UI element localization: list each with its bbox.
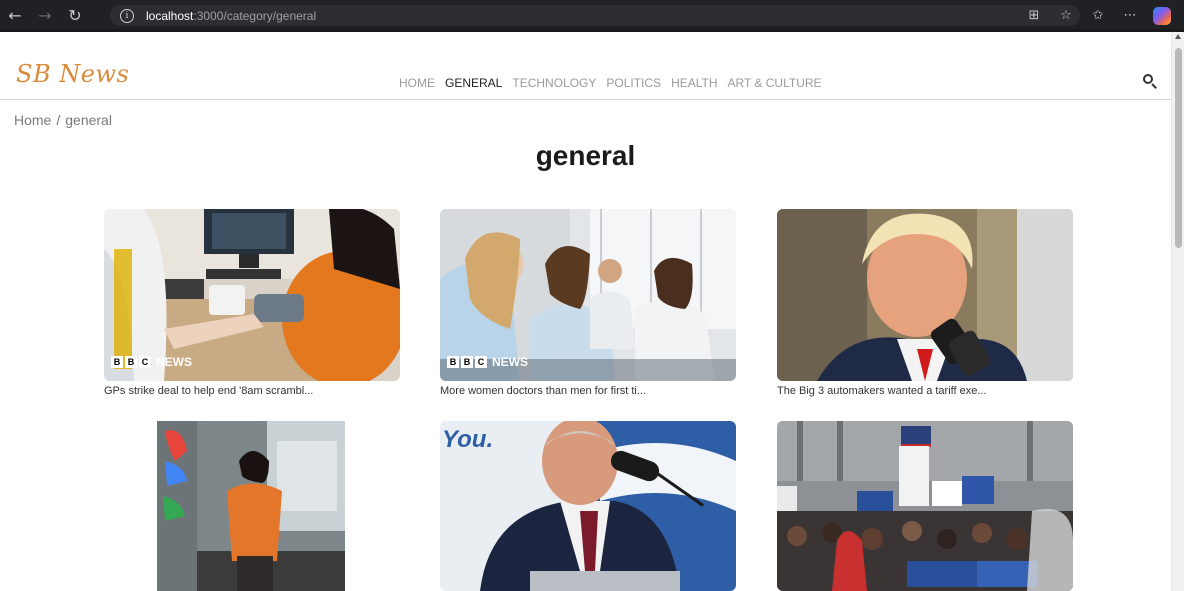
forward-icon[interactable]: → bbox=[30, 0, 60, 31]
news-card-image[interactable] bbox=[777, 209, 1073, 381]
favorite-star-icon[interactable]: ☆ bbox=[1052, 0, 1080, 31]
more-icon[interactable]: ⋯ bbox=[1116, 0, 1144, 31]
protest-photo bbox=[777, 421, 1073, 591]
url-host: localhost bbox=[146, 8, 194, 23]
scroll-up-icon[interactable] bbox=[1175, 34, 1181, 39]
search-icon[interactable] bbox=[1142, 73, 1158, 89]
page-scrollbar[interactable] bbox=[1171, 32, 1184, 591]
nav-general[interactable]: GENERAL bbox=[445, 76, 502, 90]
politician-speaking-photo bbox=[777, 209, 1073, 381]
news-card-title[interactable]: More women doctors than men for first ti… bbox=[440, 385, 736, 397]
nav-art-culture[interactable]: ART & CULTURE bbox=[728, 76, 822, 90]
news-card[interactable]: BBC NEWS GPs strike deal to help end '8a… bbox=[104, 209, 400, 397]
bbc-news-logo: BBC NEWS bbox=[447, 355, 528, 369]
site-header: SB News HOME GENERAL TECHNOLOGY POLITICS… bbox=[0, 32, 1171, 100]
scroll-thumb[interactable] bbox=[1175, 48, 1182, 248]
news-card-title[interactable]: The Big 3 automakers wanted a tariff exe… bbox=[777, 385, 1073, 397]
favorites-icon[interactable]: ✩ bbox=[1084, 0, 1112, 31]
back-icon[interactable]: ← bbox=[0, 0, 30, 31]
breadcrumb-current: general bbox=[65, 112, 112, 128]
copilot-icon[interactable] bbox=[1148, 0, 1176, 31]
url-path: :3000/category/general bbox=[193, 8, 317, 23]
news-card[interactable]: BBC NEWS More women doctors than men for… bbox=[440, 209, 736, 397]
news-card-image[interactable] bbox=[157, 421, 345, 591]
news-card-image[interactable] bbox=[777, 421, 1073, 591]
nav-health[interactable]: HEALTH bbox=[671, 76, 717, 90]
news-card-image[interactable]: You. bbox=[440, 421, 736, 591]
category-nav: HOME GENERAL TECHNOLOGY POLITICS HEALTH … bbox=[399, 76, 822, 90]
reload-icon[interactable]: ↻ bbox=[60, 0, 90, 31]
site-logo[interactable]: SB News bbox=[16, 60, 129, 88]
postal-ad-text: You. bbox=[442, 426, 493, 453]
split-screen-icon[interactable]: ⊞ bbox=[1020, 0, 1048, 31]
page-title: general bbox=[535, 140, 636, 171]
postal-speaker-photo: You. bbox=[440, 421, 736, 591]
breadcrumb-separator: / bbox=[56, 112, 61, 128]
news-card[interactable] bbox=[157, 421, 345, 591]
nav-home[interactable]: HOME bbox=[399, 76, 435, 90]
address-bar[interactable]: i localhost :3000/category/general bbox=[110, 5, 1080, 26]
news-card[interactable]: You. bbox=[440, 421, 736, 591]
office-portrait-photo bbox=[157, 421, 345, 591]
news-card-image[interactable]: BBC NEWS bbox=[104, 209, 400, 381]
nav-politics[interactable]: POLITICS bbox=[606, 76, 661, 90]
news-card-image[interactable]: BBC NEWS bbox=[440, 209, 736, 381]
info-icon[interactable]: i bbox=[120, 8, 134, 23]
browser-toolbar: ← → ↻ i localhost :3000/category/general… bbox=[0, 0, 1184, 31]
news-card-title[interactable]: GPs strike deal to help end '8am scrambl… bbox=[104, 385, 400, 397]
news-card[interactable] bbox=[777, 421, 1073, 591]
breadcrumb: Home / general bbox=[14, 112, 112, 128]
bbc-news-logo: BBC NEWS bbox=[111, 355, 192, 369]
news-card[interactable]: The Big 3 automakers wanted a tariff exe… bbox=[777, 209, 1073, 397]
nav-technology[interactable]: TECHNOLOGY bbox=[512, 76, 596, 90]
breadcrumb-home[interactable]: Home bbox=[14, 112, 51, 128]
